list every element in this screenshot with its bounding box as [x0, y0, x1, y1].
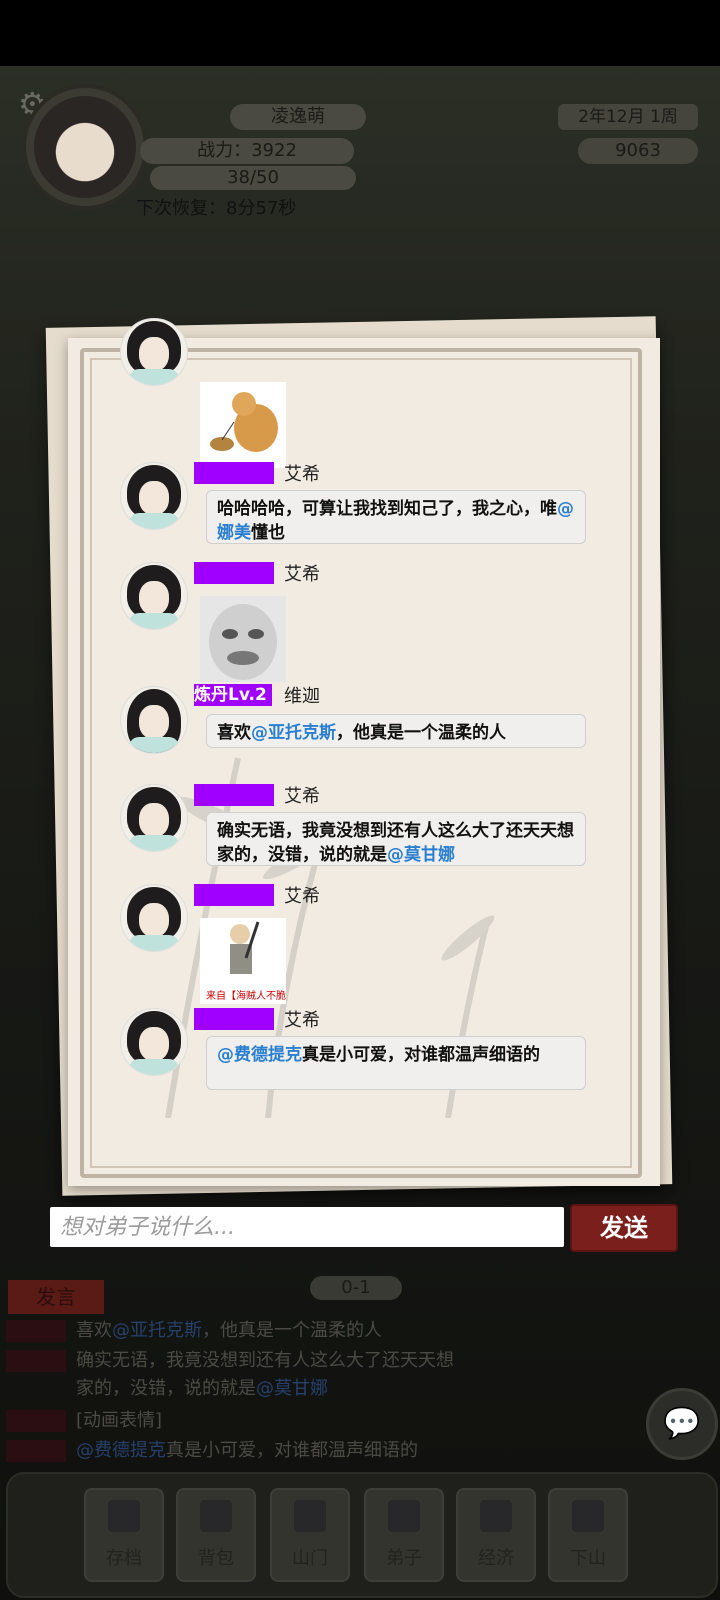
nav-icon: [572, 1500, 604, 1532]
role-tag: [194, 884, 274, 906]
nav-icon: [388, 1500, 420, 1532]
log-line: 确实无语，我竟没想到还有人这么大了还天天想: [76, 1346, 454, 1372]
send-button[interactable]: 发送: [570, 1204, 678, 1252]
money-value: 9063: [578, 138, 698, 164]
nav-label: 经济: [478, 1548, 514, 1569]
message-bubble: 确实无语，我竟没想到还有人这么大了还天天想家的，没错，说的就是@莫甘娜: [206, 812, 586, 866]
mention-link[interactable]: @莫甘娜: [387, 845, 455, 865]
meme-face-sticker: [200, 596, 286, 682]
role-tag: 炼丹Lv.2: [194, 684, 272, 706]
nav-label: 存档: [106, 1548, 142, 1569]
log-text: 真是小可爱，对谁都温声细语的: [166, 1440, 418, 1461]
nav-button-1[interactable]: 背包: [176, 1488, 256, 1582]
username: 艾希: [284, 464, 320, 485]
log-username: [6, 1350, 66, 1372]
log-text: 家的，没错，说的就是: [76, 1378, 256, 1399]
cartoon-man-sticker: 来自【海贼人不脆: [200, 918, 286, 1004]
message-text: 的: [523, 1045, 540, 1065]
mention-link: @亚托克斯: [112, 1320, 202, 1341]
nav-label: 弟子: [386, 1548, 422, 1569]
user-avatar[interactable]: [120, 884, 188, 952]
chat-dialog: 艾希 哈哈哈哈，可算让我找到知己了，我之心，唯@娜美懂也 艾希 炼丹Lv.2 维迦 喜欢@…: [68, 318, 660, 1186]
message-text: ，他真是一个温柔的人: [336, 723, 506, 743]
log-line: @费德提克真是小可爱，对谁都温声细语的: [76, 1436, 418, 1462]
nav-button-4[interactable]: 经济: [456, 1488, 536, 1582]
log-text: 确实无语，我竟没想到还有人这么大了还天天想: [76, 1350, 454, 1371]
player-avatar[interactable]: [22, 84, 148, 210]
nav-icon: [294, 1500, 326, 1532]
chat-bubble-icon[interactable]: 💬: [646, 1388, 718, 1460]
log-username: [6, 1320, 66, 1342]
power-value: 战力：3922: [140, 138, 354, 164]
nav-label: 背包: [198, 1548, 234, 1569]
log-text: [动画表情]: [76, 1410, 163, 1431]
user-avatar[interactable]: [120, 1008, 188, 1076]
speak-tab[interactable]: 发言: [8, 1280, 104, 1314]
log-line: 喜欢@亚托克斯，他真是一个温柔的人: [76, 1316, 382, 1342]
role-tag: [194, 462, 274, 484]
user-avatar[interactable]: [120, 462, 188, 530]
nav-button-5[interactable]: 下山: [548, 1488, 628, 1582]
message-text: 真是小可爱，对谁都温声细语: [302, 1045, 523, 1065]
message-text: 哈哈哈哈，可算让我找到知己了，我之心: [217, 499, 523, 519]
game-date: 2年12月 1周: [558, 104, 698, 130]
nav-icon: [200, 1500, 232, 1532]
user-avatar[interactable]: [120, 784, 188, 852]
log-username: [6, 1410, 66, 1432]
mention-link[interactable]: @费德提克: [217, 1045, 302, 1065]
role-tag: [194, 784, 274, 806]
bottom-nav: 存档 背包 山门 弟子 经济 下山: [6, 1472, 718, 1598]
sticker-caption: 来自【海贼人不脆: [206, 991, 286, 1002]
user-avatar[interactable]: [120, 562, 188, 630]
message-text: ，唯: [523, 499, 557, 519]
role-tag: [194, 562, 274, 584]
nav-label: 山门: [292, 1548, 328, 1569]
page-indicator: 0-1: [310, 1276, 402, 1300]
user-avatar[interactable]: [120, 686, 188, 754]
status-bar: [0, 0, 720, 66]
log-username: [6, 1440, 66, 1462]
log-line: [动画表情]: [76, 1406, 162, 1432]
nav-button-2[interactable]: 山门: [270, 1488, 350, 1582]
recovery-timer: 下次恢复：8分57秒: [136, 198, 297, 219]
user-avatar[interactable]: [120, 318, 188, 386]
nav-button-0[interactable]: 存档: [84, 1488, 164, 1582]
shiba-dog-walking-sticker: [200, 382, 286, 468]
message-bubble: 喜欢@亚托克斯，他真是一个温柔的人: [206, 714, 586, 748]
log-text: ，他真是一个温柔的人: [202, 1320, 382, 1341]
nav-button-3[interactable]: 弟子: [364, 1488, 444, 1582]
nav-label: 下山: [570, 1548, 606, 1569]
message-bubble: @费德提克真是小可爱，对谁都温声细语的: [206, 1036, 586, 1090]
mention-link[interactable]: @亚托克斯: [251, 723, 336, 743]
player-name: 凌逸萌: [230, 104, 366, 130]
log-text: 喜欢: [76, 1320, 112, 1341]
message-text: 喜欢: [217, 723, 251, 743]
message-text: 确实无语，我竟没想到还有人这么大了还: [217, 821, 523, 841]
nav-icon: [480, 1500, 512, 1532]
nav-icon: [108, 1500, 140, 1532]
username: 艾希: [284, 786, 320, 807]
log-line: 家的，没错，说的就是@莫甘娜: [76, 1374, 328, 1400]
role-tag: [194, 1008, 274, 1030]
username: 艾希: [284, 564, 320, 585]
energy-value: 38/50: [150, 166, 356, 190]
mention-link: @莫甘娜: [256, 1378, 328, 1399]
username: 维迦: [284, 686, 320, 707]
mention-link: @费德提克: [76, 1440, 166, 1461]
chat-input[interactable]: [50, 1207, 564, 1247]
username: 艾希: [284, 1010, 320, 1031]
username: 艾希: [284, 886, 320, 907]
message-bubble: 哈哈哈哈，可算让我找到知己了，我之心，唯@娜美懂也: [206, 490, 586, 544]
message-text: 懂也: [251, 523, 285, 543]
